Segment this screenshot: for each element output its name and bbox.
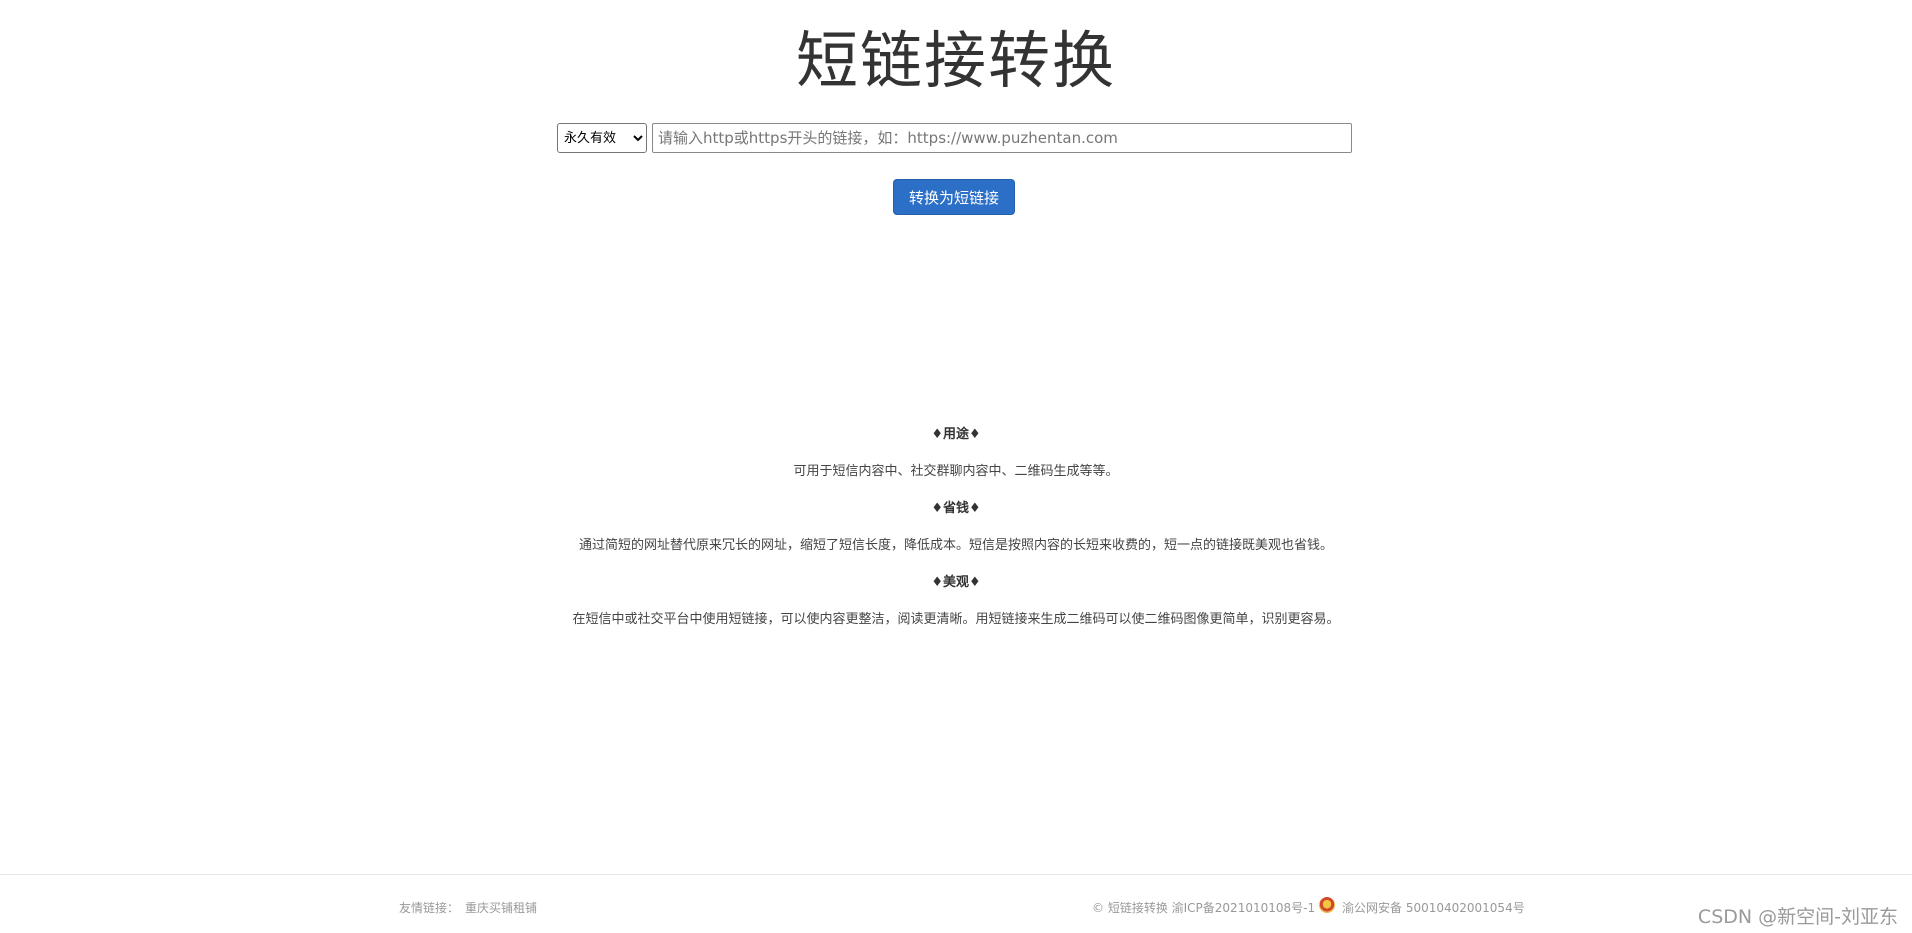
copyright-text[interactable]: © 短链接转换 渝ICP备2021010108号-1 xyxy=(1092,899,1315,916)
friend-links-label: 友情链接： xyxy=(399,901,460,915)
page-title: 短链接转换 xyxy=(795,24,1116,97)
friend-links: 友情链接： 重庆买铺租铺 xyxy=(399,899,537,916)
feature-heading: ♦用途♦ xyxy=(931,427,981,442)
police-record-link[interactable]: 渝公网安备 50010402001054号 xyxy=(1342,899,1525,916)
feature-save-money: ♦省钱♦ 通过简短的网址替代原来冗长的网址，缩短了短信长度，降低成本。短信是按照… xyxy=(0,498,1912,557)
features-section: ♦用途♦ 可用于短信内容中、社交群聊内容中、二维码生成等等。 ♦省钱♦ 通过简短… xyxy=(0,424,1912,646)
shorten-form: 永久有效 xyxy=(557,123,1352,153)
csdn-watermark: CSDN @新空间-刘亚东 xyxy=(1697,906,1898,928)
feature-heading: ♦美观♦ xyxy=(931,575,981,590)
feature-text: 可用于短信内容中、社交群聊内容中、二维码生成等等。 xyxy=(793,464,1119,479)
feature-usage: ♦用途♦ 可用于短信内容中、社交群聊内容中、二维码生成等等。 xyxy=(0,424,1912,483)
feature-beauty: ♦美观♦ 在短信中或社交平台中使用短链接，可以使内容更整洁，阅读更清晰。用短链接… xyxy=(0,572,1912,631)
footer: 友情链接： 重庆买铺租铺 © 短链接转换 渝ICP备2021010108号-1 渝… xyxy=(0,874,1912,933)
feature-text: 通过简短的网址替代原来冗长的网址，缩短了短信长度，降低成本。短信是按照内容的长短… xyxy=(578,538,1333,553)
feature-heading: ♦省钱♦ xyxy=(931,501,981,516)
page: 短链接转换 永久有效 转换为短链接 ♦用途♦ 可用于短信内容中、社交群聊内容中、… xyxy=(0,0,1912,933)
expire-select[interactable]: 永久有效 xyxy=(557,123,647,153)
feature-text: 在短信中或社交平台中使用短链接，可以使内容更整洁，阅读更清晰。用短链接来生成二维… xyxy=(572,612,1340,627)
convert-button[interactable]: 转换为短链接 xyxy=(893,179,1015,215)
police-badge-icon xyxy=(1319,897,1335,913)
url-input[interactable] xyxy=(652,123,1352,153)
friend-link-item[interactable]: 重庆买铺租铺 xyxy=(465,901,537,915)
